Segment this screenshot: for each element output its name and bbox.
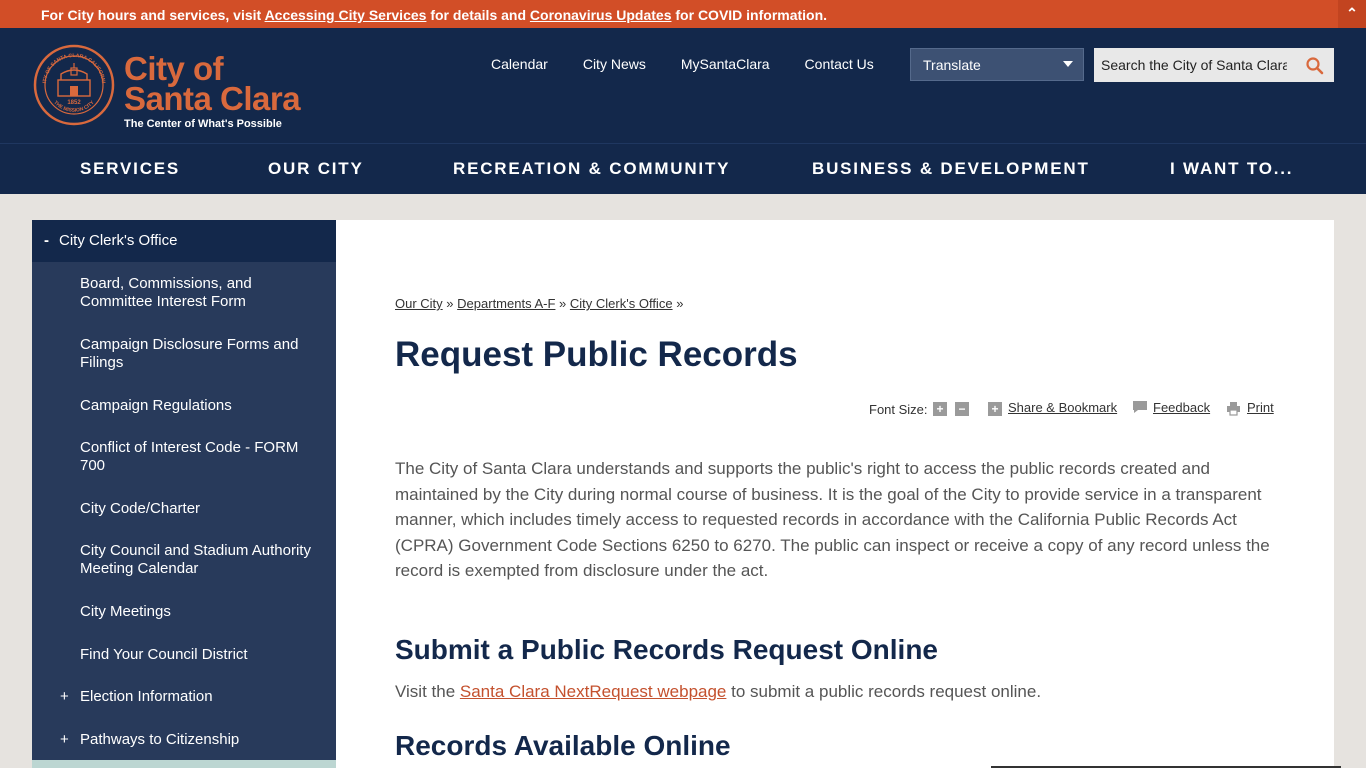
- visit-suffix: to submit a public records request onlin…: [726, 682, 1042, 701]
- svg-text:CITY OF SANTA CLARA CALIFORNIA: CITY OF SANTA CLARA CALIFORNIA: [33, 44, 106, 84]
- chevron-up-icon: ⌃: [1346, 5, 1358, 21]
- sidebar-item-conflict-of-interest[interactable]: Conflict of Interest Code - FORM 700: [80, 439, 320, 475]
- sidebar-item-campaign-regulations[interactable]: Campaign Regulations: [80, 397, 320, 415]
- sidebar-item-campaign-disclosure[interactable]: Campaign Disclosure Forms and Filings: [80, 336, 320, 372]
- alert-prefix: For City hours and services, visit: [41, 7, 265, 23]
- alert-suffix: for COVID information.: [671, 7, 828, 23]
- nextrequest-link[interactable]: Santa Clara NextRequest webpage: [460, 682, 727, 701]
- accessing-city-services-link[interactable]: Accessing City Services: [265, 7, 427, 23]
- feedback-link[interactable]: Feedback: [1153, 400, 1210, 415]
- font-decrease-icon[interactable]: −: [955, 402, 969, 416]
- nav-recreation-community[interactable]: RECREATION & COMMUNITY: [453, 159, 730, 179]
- submit-request-heading: Submit a Public Records Request Online: [395, 634, 938, 665]
- nav-i-want-to[interactable]: I WANT TO...: [1170, 159, 1293, 179]
- sidebar-item-pathways-citizenship[interactable]: Pathways to Citizenship: [80, 731, 320, 749]
- sidebar-heading-label: City Clerk's Office: [59, 232, 178, 249]
- share-bookmark-link[interactable]: Share & Bookmark: [1008, 400, 1117, 415]
- translate-label: Translate: [923, 57, 981, 73]
- page-title: Request Public Records: [395, 335, 798, 374]
- breadcrumb-departments[interactable]: Departments A-F: [457, 296, 555, 311]
- share-icon[interactable]: +: [988, 402, 1002, 416]
- collapse-icon[interactable]: -: [44, 232, 49, 249]
- print-link[interactable]: Print: [1247, 400, 1274, 415]
- intro-paragraph: The City of Santa Clara understands and …: [395, 459, 1270, 581]
- sidebar-nav: - City Clerk's Office Board, Commissions…: [32, 220, 336, 768]
- breadcrumb-city-clerk[interactable]: City Clerk's Office: [570, 296, 673, 311]
- main-content: Our City » Departments A-F » City Clerk'…: [336, 220, 1341, 768]
- submit-request-paragraph: Visit the Santa Clara NextRequest webpag…: [395, 682, 1041, 702]
- logo-text: City of Santa Clara: [124, 52, 301, 117]
- sidebar-item-council-district[interactable]: Find Your Council District: [80, 646, 320, 664]
- breadcrumb-separator: »: [446, 296, 454, 311]
- alert-bar: For City hours and services, visit Acces…: [0, 0, 1366, 28]
- visit-prefix: Visit the: [395, 682, 460, 701]
- search-icon[interactable]: [1304, 56, 1326, 76]
- breadcrumb-separator: »: [559, 296, 567, 311]
- feedback-icon[interactable]: [1132, 400, 1148, 414]
- breadcrumb-our-city[interactable]: Our City: [395, 296, 443, 311]
- alert-middle: for details and: [426, 7, 530, 23]
- translate-dropdown[interactable]: Translate: [910, 48, 1084, 81]
- sidebar-item-city-meetings[interactable]: City Meetings: [80, 603, 320, 621]
- search-input[interactable]: [1094, 48, 1294, 82]
- font-size-label: Font Size:: [869, 402, 928, 417]
- seal-year: 1852: [67, 100, 81, 106]
- site-header: CITY OF SANTA CLARA CALIFORNIA THE MISSI…: [0, 28, 1366, 144]
- alert-message: For City hours and services, visit Acces…: [41, 7, 827, 23]
- seal-top-text: CITY OF SANTA CLARA CALIFORNIA: [33, 44, 106, 84]
- expand-icon[interactable]: +: [60, 688, 69, 705]
- expand-icon[interactable]: +: [60, 731, 69, 748]
- logo-tagline: The Center of What's Possible: [124, 118, 282, 130]
- font-increase-icon[interactable]: +: [933, 402, 947, 416]
- sidebar-item-council-calendar[interactable]: City Council and Stadium Authority Meeti…: [80, 542, 320, 578]
- sidebar-item-city-code[interactable]: City Code/Charter: [80, 500, 320, 518]
- caret-down-icon: [1063, 61, 1073, 67]
- breadcrumb-separator: »: [676, 296, 684, 311]
- main-nav: SERVICES OUR CITY RECREATION & COMMUNITY…: [0, 143, 1366, 194]
- city-seal-icon: CITY OF SANTA CLARA CALIFORNIA THE MISSI…: [33, 44, 115, 126]
- coronavirus-updates-link[interactable]: Coronavirus Updates: [530, 7, 672, 23]
- contact-us-link[interactable]: Contact Us: [805, 56, 874, 72]
- city-news-link[interactable]: City News: [583, 56, 646, 72]
- nav-business-development[interactable]: BUSINESS & DEVELOPMENT: [812, 159, 1090, 179]
- calendar-link[interactable]: Calendar: [491, 56, 548, 72]
- sidebar-item-board-commissions[interactable]: Board, Commissions, and Committee Intere…: [80, 275, 320, 311]
- records-online-heading: Records Available Online: [395, 730, 731, 761]
- breadcrumb: Our City » Departments A-F » City Clerk'…: [395, 296, 683, 311]
- nav-our-city[interactable]: OUR CITY: [268, 159, 364, 179]
- print-icon[interactable]: [1226, 401, 1241, 416]
- site-logo[interactable]: CITY OF SANTA CLARA CALIFORNIA THE MISSI…: [33, 44, 303, 134]
- sidebar-item-election-information[interactable]: Election Information: [80, 688, 320, 706]
- logo-line-2: Santa Clara: [124, 80, 301, 117]
- utility-nav: Calendar City News MySantaClara Contact …: [491, 56, 909, 72]
- alert-collapse-button[interactable]: ⌃: [1338, 0, 1366, 28]
- mysantaclara-link[interactable]: MySantaClara: [681, 56, 770, 72]
- nav-services[interactable]: SERVICES: [80, 159, 180, 179]
- site-search: [1094, 48, 1334, 82]
- sidebar-divider: [32, 760, 336, 768]
- sidebar-heading[interactable]: - City Clerk's Office: [32, 220, 336, 262]
